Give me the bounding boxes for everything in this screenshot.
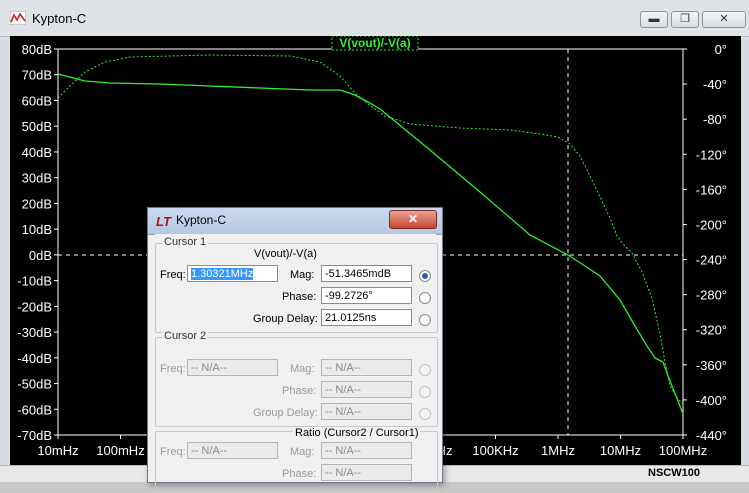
ratio-phase-field[interactable]: -- N/A-- — [321, 464, 412, 481]
cursor2-mag-radio[interactable] — [419, 364, 431, 376]
x-axis-label: 10mHz — [37, 443, 78, 458]
left-axis-label: -20dB — [17, 299, 52, 314]
right-axis-label: -40° — [703, 77, 727, 92]
cursor1-mag-radio[interactable] — [419, 270, 431, 282]
right-axis-label: -200° — [696, 217, 727, 232]
left-axis-label: 50dB — [22, 119, 52, 134]
close-button[interactable]: ✕ — [702, 11, 746, 28]
minimize-button[interactable]: ▬ — [640, 11, 668, 28]
right-axis-label: -280° — [696, 288, 727, 303]
left-axis-label: -40dB — [17, 351, 52, 366]
cursor2-mag-field[interactable]: -- N/A-- — [321, 359, 412, 376]
cursor1-phase-radio[interactable] — [419, 292, 431, 304]
waveform-app-icon — [10, 11, 26, 25]
ratio-phase-label: Phase: — [282, 468, 317, 480]
cursor2-group-delay-label: Group Delay: — [253, 407, 318, 419]
cursor1-group-delay-field[interactable]: 21.0125ns — [321, 309, 412, 326]
cursor1-group-label: Cursor 1 — [162, 236, 209, 248]
right-axis-label: -120° — [696, 147, 727, 162]
cursor1-group-delay-label: Group Delay: — [253, 313, 318, 325]
cursor1-mag-label: Mag: — [290, 269, 315, 281]
x-axis-label: 100mHz — [96, 443, 144, 458]
x-axis-label: 100MHz — [659, 443, 707, 458]
dialog-close-button[interactable]: ✕ — [389, 210, 437, 229]
right-axis-label: -400° — [696, 393, 727, 408]
ratio-group — [155, 431, 438, 493]
cursor2-mag-label: Mag: — [290, 363, 315, 375]
close-icon: ✕ — [719, 13, 729, 25]
status-text: NSCW100 — [648, 467, 700, 479]
left-axis-label: 10dB — [22, 222, 52, 237]
cursor1-expression: V(vout)/-V(a) — [254, 248, 317, 260]
left-axis-label: 20dB — [22, 196, 52, 211]
right-axis-label: -440° — [696, 428, 727, 443]
cursor2-group-delay-radio[interactable] — [419, 408, 431, 420]
left-axis-label: -10dB — [17, 274, 52, 289]
restore-button[interactable]: ❐ — [671, 11, 699, 28]
trace-label: V(vout)/-V(a) — [339, 36, 410, 50]
cursor1-group-delay-radio[interactable] — [419, 314, 431, 326]
window-title: Kypton-C — [32, 11, 87, 26]
right-axis-label: -160° — [696, 182, 727, 197]
title-bar[interactable]: Kypton-C ▬ ❐ ✕ — [0, 0, 749, 37]
right-axis-label: -240° — [696, 253, 727, 268]
cursor1-mag-field[interactable]: -51.3465mdB — [321, 265, 412, 282]
left-axis-label: -50dB — [17, 377, 52, 392]
cursor1-freq-field[interactable]: 1.30321MHz — [187, 265, 278, 282]
left-axis-label: 0dB — [29, 248, 52, 263]
restore-icon: ❐ — [680, 13, 690, 25]
left-axis-label: 30dB — [22, 171, 52, 186]
close-icon: ✕ — [407, 212, 419, 226]
left-axis-label: 70dB — [22, 68, 52, 83]
minimize-icon: ▬ — [648, 13, 660, 25]
cursor2-group-label: Cursor 2 — [162, 330, 209, 342]
left-axis-label: 80dB — [22, 42, 52, 57]
x-axis-label: 10MHz — [600, 443, 641, 458]
left-axis-label: 60dB — [22, 93, 52, 108]
ratio-freq-label: Freq: — [160, 446, 186, 458]
cursor2-phase-label: Phase: — [282, 385, 317, 397]
app-window: Kypton-C ▬ ❐ ✕ 80dB 70dB 60dB 50dB 40dB 30dB 2… — [0, 0, 749, 493]
ltspice-logo-icon: LT — [156, 214, 171, 229]
cursor1-freq-label: Freq: — [160, 269, 186, 281]
ratio-mag-field[interactable]: -- N/A-- — [321, 442, 412, 459]
right-axis-label: -80° — [703, 112, 727, 127]
left-axis-label: -70dB — [17, 428, 52, 443]
x-axis-label: 1MHz — [541, 443, 575, 458]
ratio-freq-field[interactable]: -- N/A-- — [187, 442, 278, 459]
x-axis-label: 100KHz — [472, 443, 518, 458]
cursor1-freq-value: 1.30321MHz — [191, 268, 254, 280]
cursor2-phase-radio[interactable] — [419, 386, 431, 398]
cursor2-group-delay-field[interactable]: -- N/A-- — [321, 403, 412, 420]
cursor2-freq-label: Freq: — [160, 363, 186, 375]
ratio-group-label: Ratio (Cursor2 / Cursor1) — [293, 427, 421, 439]
cursor-readout-dialog[interactable]: LT Kypton-C ✕ Cursor 1 V(vout)/-V(a) Fre… — [147, 207, 443, 493]
dialog-body: Cursor 1 V(vout)/-V(a) Freq: 1.30321MHz … — [155, 234, 438, 493]
cursor1-phase-label: Phase: — [282, 291, 317, 303]
left-axis-label: 40dB — [22, 145, 52, 160]
cursor2-phase-field[interactable]: -- N/A-- — [321, 381, 412, 398]
ratio-mag-label: Mag: — [290, 446, 315, 458]
right-axis-label: 0° — [715, 42, 727, 57]
cursor1-phase-field[interactable]: -99.2726° — [321, 287, 412, 304]
right-axis-label: -360° — [696, 358, 727, 373]
left-axis-label: -60dB — [17, 402, 52, 417]
right-axis-label: -320° — [696, 323, 727, 338]
left-axis-label: -30dB — [17, 325, 52, 340]
dialog-title-bar[interactable]: LT Kypton-C ✕ — [148, 208, 442, 235]
cursor2-freq-field[interactable]: -- N/A-- — [187, 359, 278, 376]
dialog-title: Kypton-C — [176, 213, 227, 227]
